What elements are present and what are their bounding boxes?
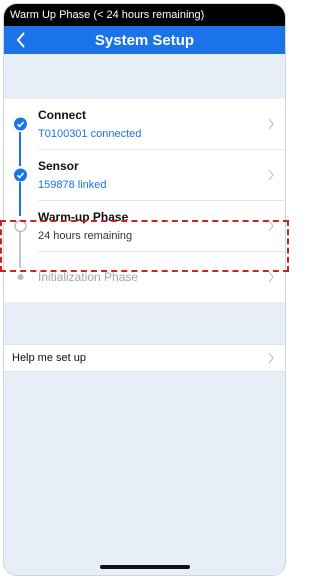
section-spacer — [4, 302, 285, 344]
step-title: Warm-up Phase — [38, 210, 129, 224]
chevron-right-icon — [268, 271, 274, 283]
status-bar: Warm Up Phase (< 24 hours remaining) — [4, 4, 285, 26]
home-indicator — [99, 565, 190, 569]
help-label: Help me set up — [12, 352, 86, 364]
chevron-right-icon — [268, 169, 274, 181]
check-circle-icon — [14, 168, 27, 182]
check-circle-icon — [14, 117, 27, 131]
step-initialization-phase[interactable]: Initialization Phase — [4, 252, 285, 302]
chevron-right-icon — [268, 220, 274, 232]
step-subtitle: 24 hours remaining — [38, 230, 133, 242]
step-title: Sensor — [38, 159, 79, 173]
chevron-left-icon — [16, 32, 25, 48]
step-warm-up-phase[interactable]: Warm-up Phase 24 hours remaining — [4, 201, 285, 251]
dot-icon — [14, 271, 27, 284]
step-subtitle: 159878 linked — [38, 179, 107, 191]
empty-circle-icon — [14, 219, 27, 233]
page-title: System Setup — [94, 31, 195, 49]
step-title: Initialization Phase — [38, 270, 139, 284]
chevron-right-icon — [268, 352, 274, 364]
back-button[interactable] — [12, 30, 30, 50]
top-spacer — [4, 54, 285, 99]
step-connect[interactable]: Connect T0100301 connected — [4, 99, 285, 149]
phone-screen: Warm Up Phase (< 24 hours remaining) Sys… — [3, 3, 286, 576]
step-subtitle: T0100301 connected — [38, 128, 142, 140]
help-me-set-up-row[interactable]: Help me set up — [4, 344, 285, 372]
chevron-right-icon — [268, 118, 274, 130]
status-bar-text: Warm Up Phase (< 24 hours remaining) — [10, 9, 205, 21]
nav-bar: System Setup — [4, 26, 285, 54]
step-sensor[interactable]: Sensor 159878 linked — [4, 150, 285, 200]
setup-steps-list: Connect T0100301 connected Sensor 159878… — [4, 99, 285, 302]
step-title: Connect — [38, 108, 86, 122]
